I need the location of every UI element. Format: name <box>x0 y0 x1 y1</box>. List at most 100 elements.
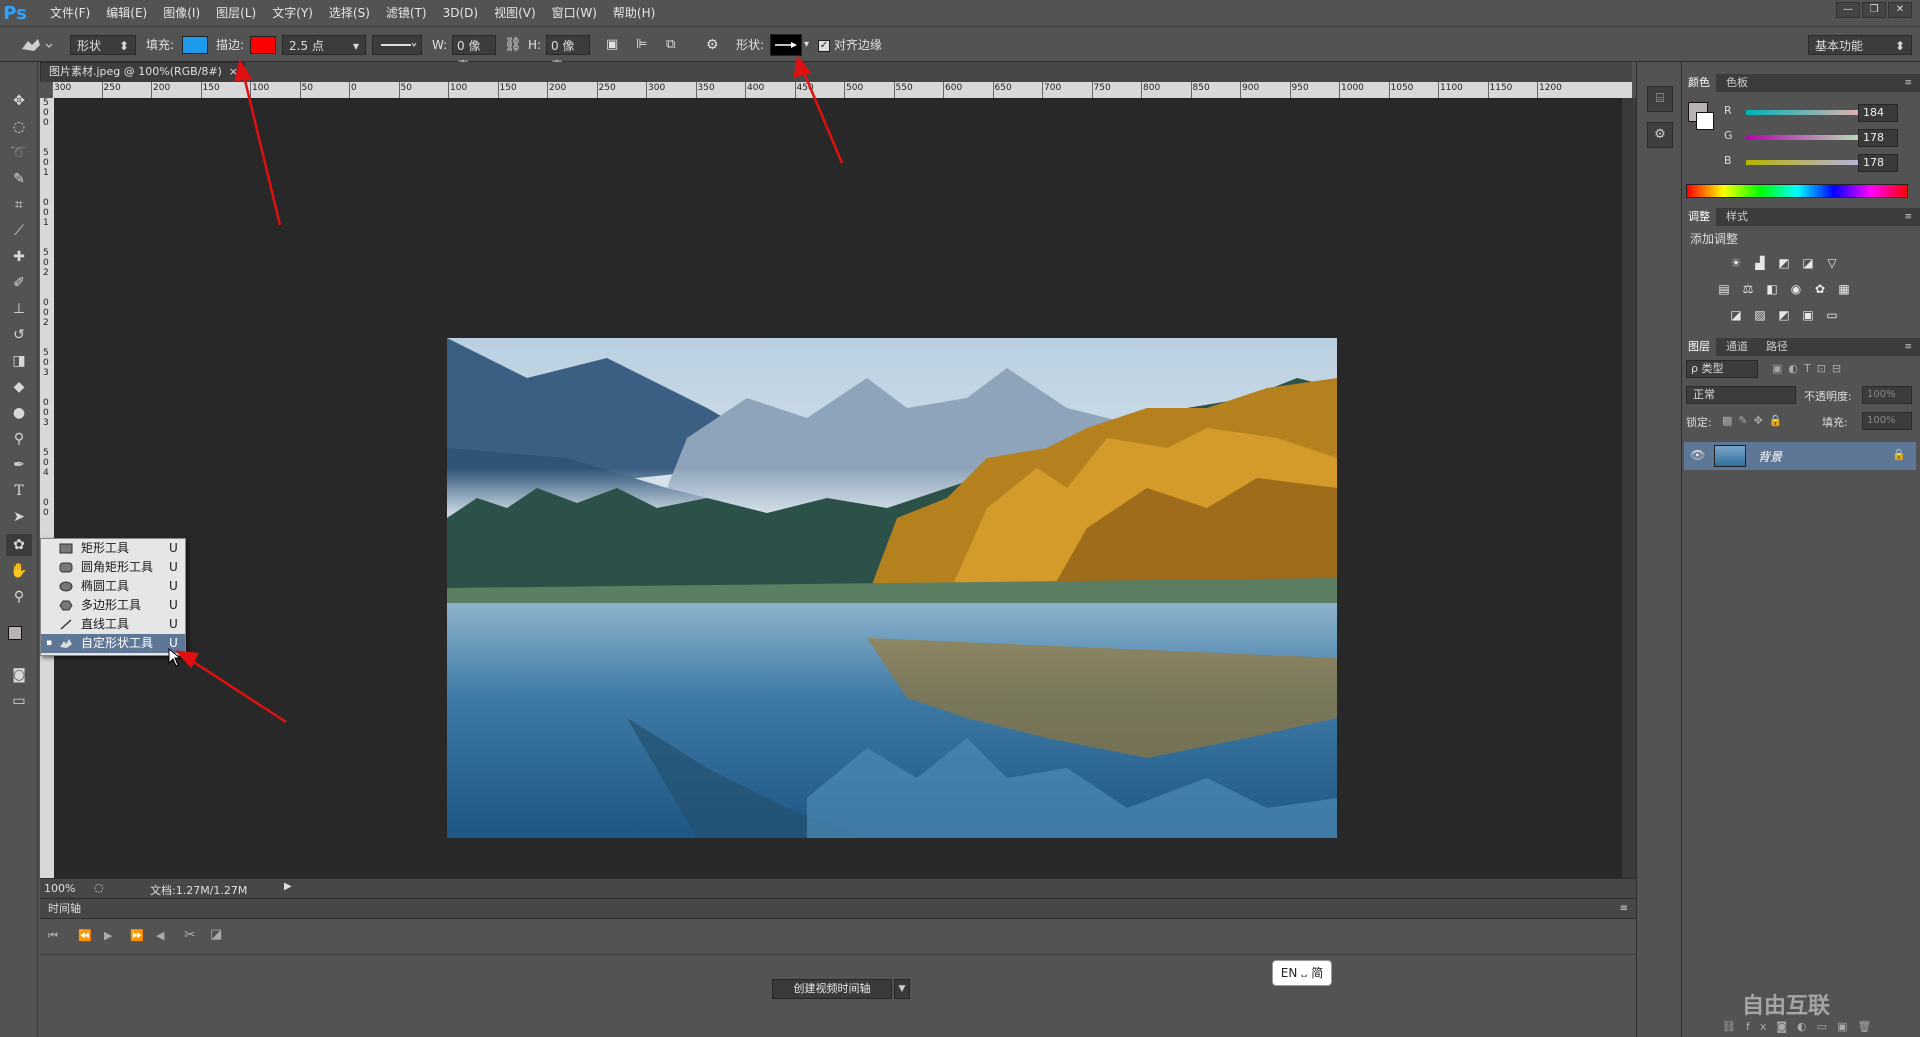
green-value[interactable]: 178 <box>1858 129 1898 147</box>
red-slider[interactable] <box>1746 110 1876 115</box>
menu-file[interactable]: 文件(F) <box>42 0 98 26</box>
quick-select-tool-icon[interactable]: ✎ <box>6 168 32 190</box>
menu-image[interactable]: 图像(I) <box>155 0 208 26</box>
menu-filter[interactable]: 滤镜(T) <box>378 0 435 26</box>
tab-swatches[interactable]: 色板 <box>1720 74 1754 92</box>
flyout-item-rounded-rectangle[interactable]: 圆角矩形工具 U <box>41 558 185 577</box>
audio-icon[interactable]: ◀ <box>156 929 164 942</box>
menu-3d[interactable]: 3D(D) <box>435 0 486 26</box>
layer-filter-dropdown[interactable]: ρ 类型 <box>1686 360 1758 378</box>
status-menu-arrow-icon[interactable]: ▶ <box>284 881 292 892</box>
move-tool-icon[interactable]: ✥ <box>6 90 32 112</box>
blur-tool-icon[interactable]: ● <box>6 402 32 424</box>
dodge-tool-icon[interactable]: ⚲ <box>6 428 32 450</box>
healing-brush-tool-icon[interactable]: ✚ <box>6 246 32 268</box>
minimize-button[interactable]: — <box>1836 2 1860 18</box>
zoom-tool-icon[interactable]: ⚲ <box>6 586 32 608</box>
invert-icon[interactable]: ◪ <box>1728 308 1744 322</box>
levels-icon[interactable]: ▟ <box>1752 256 1768 270</box>
color-balance-icon[interactable]: ⚖ <box>1740 282 1756 296</box>
flyout-item-polygon[interactable]: 多边形工具 U <box>41 596 185 615</box>
menu-edit[interactable]: 编辑(E) <box>98 0 155 26</box>
flyout-item-ellipse[interactable]: 椭圆工具 U <box>41 577 185 596</box>
ime-indicator[interactable]: EN ᎑ 简 <box>1272 960 1332 986</box>
blue-value[interactable]: 178 <box>1858 154 1898 172</box>
tab-layers[interactable]: 图层 <box>1682 338 1716 356</box>
custom-shape-tool-icon[interactable]: ✿ <box>6 534 32 556</box>
tab-color[interactable]: 颜色 <box>1682 74 1716 92</box>
width-input[interactable]: 0 像素 <box>452 35 496 73</box>
gradient-map-icon[interactable]: ▭ <box>1824 308 1840 322</box>
zoom-level[interactable]: 100% <box>44 882 75 895</box>
brightness-icon[interactable]: ☀ <box>1728 256 1744 270</box>
selective-color-icon[interactable]: ▣ <box>1800 308 1816 322</box>
flyout-item-line[interactable]: 直线工具 U <box>41 615 185 634</box>
chevron-down-icon[interactable]: ▼ <box>894 979 910 999</box>
workspace-dropdown[interactable]: 基本功能 ⬍ <box>1808 35 1912 55</box>
foreground-color-icon[interactable] <box>8 626 22 640</box>
background-color-swatch[interactable] <box>1696 112 1714 130</box>
menu-window[interactable]: 窗口(W) <box>544 0 605 26</box>
properties-panel-icon[interactable]: ⚙ <box>1647 122 1673 148</box>
next-frame-icon[interactable]: ⏩ <box>130 929 144 942</box>
stroke-type-dropdown[interactable] <box>372 35 422 55</box>
lock-icons[interactable]: ▩✎✥🔒 <box>1722 414 1789 427</box>
green-slider[interactable] <box>1746 135 1876 140</box>
quick-mask-icon[interactable]: ◙ <box>6 664 32 686</box>
hand-tool-icon[interactable]: ✋ <box>6 560 32 582</box>
opacity-input[interactable]: 100% <box>1862 386 1912 404</box>
transition-icon[interactable]: ◪ <box>210 927 222 942</box>
panel-menu-icon[interactable]: ≡ <box>1898 208 1918 226</box>
marquee-tool-icon[interactable]: ◌ <box>6 116 32 138</box>
tool-preset-picker[interactable] <box>18 35 58 55</box>
pen-tool-icon[interactable]: ✒ <box>6 454 32 476</box>
color-swatches-icon[interactable] <box>6 622 32 652</box>
photo-filter-icon[interactable]: ◉ <box>1788 282 1804 296</box>
screen-mode-icon[interactable]: ▭ <box>6 690 32 712</box>
posterize-icon[interactable]: ▨ <box>1752 308 1768 322</box>
panel-menu-icon[interactable]: ≡ <box>1620 899 1628 919</box>
color-lookup-icon[interactable]: ▦ <box>1836 282 1852 296</box>
stroke-width-dropdown[interactable]: 2.5 点 ▾ <box>282 35 366 55</box>
menu-layer[interactable]: 图层(L) <box>208 0 264 26</box>
height-input[interactable]: 0 像素 <box>546 35 590 73</box>
layer-row[interactable]: 👁 背景 🔒 <box>1684 442 1916 470</box>
tab-styles[interactable]: 样式 <box>1720 208 1754 226</box>
history-brush-tool-icon[interactable]: ↺ <box>6 324 32 346</box>
menu-select[interactable]: 选择(S) <box>321 0 378 26</box>
vertical-scrollbar[interactable] <box>1622 98 1636 878</box>
brush-tool-icon[interactable]: ✐ <box>6 272 32 294</box>
play-icon[interactable]: ▶ <box>104 929 112 942</box>
fill-swatch[interactable] <box>182 36 208 54</box>
document-tab[interactable]: 图片素材.jpeg @ 100%(RGB/8#) × <box>40 62 245 82</box>
scissors-icon[interactable]: ✂ <box>184 927 196 943</box>
eraser-tool-icon[interactable]: ◨ <box>6 350 32 372</box>
gear-icon[interactable]: ⚙ <box>706 35 719 55</box>
history-panel-icon[interactable]: ⌸ <box>1647 86 1673 112</box>
blue-slider[interactable] <box>1746 160 1876 165</box>
align-edges-checkbox[interactable]: ✓ 对齐边缘 <box>818 35 882 55</box>
canvas-area[interactable] <box>54 98 1622 878</box>
panel-menu-icon[interactable]: ≡ <box>1898 338 1918 356</box>
flyout-item-custom-shape[interactable]: ▪ 自定形状工具 U <box>41 634 185 653</box>
stroke-swatch[interactable] <box>250 36 276 54</box>
chevron-down-icon[interactable]: ▾ <box>804 35 809 55</box>
tab-paths[interactable]: 路径 <box>1760 338 1794 356</box>
panel-menu-icon[interactable]: ≡ <box>1898 74 1918 92</box>
path-arrangement-icon[interactable]: ⧉ <box>666 35 675 55</box>
previous-frame-icon[interactable]: ⏪ <box>78 929 92 942</box>
tab-adjustments[interactable]: 调整 <box>1682 208 1716 226</box>
close-tab-icon[interactable]: × <box>229 63 238 81</box>
color-spectrum[interactable] <box>1686 184 1908 198</box>
eyedropper-tool-icon[interactable]: ⟋ <box>6 220 32 242</box>
channel-mixer-icon[interactable]: ✿ <box>1812 282 1828 296</box>
mode-dropdown[interactable]: 形状 ⬍ <box>70 35 136 55</box>
type-tool-icon[interactable]: T <box>6 480 32 502</box>
red-value[interactable]: 184 <box>1858 104 1898 122</box>
menu-view[interactable]: 视图(V) <box>486 0 544 26</box>
create-video-timeline-button[interactable]: 创建视频时间轴 <box>772 979 892 999</box>
threshold-icon[interactable]: ◩ <box>1776 308 1792 322</box>
path-alignment-icon[interactable]: ⊫ <box>636 35 647 55</box>
flyout-item-rectangle[interactable]: 矩形工具 U <box>41 539 185 558</box>
layer-filter-icons[interactable]: ▣◐T⊡⊟ <box>1772 362 1847 375</box>
